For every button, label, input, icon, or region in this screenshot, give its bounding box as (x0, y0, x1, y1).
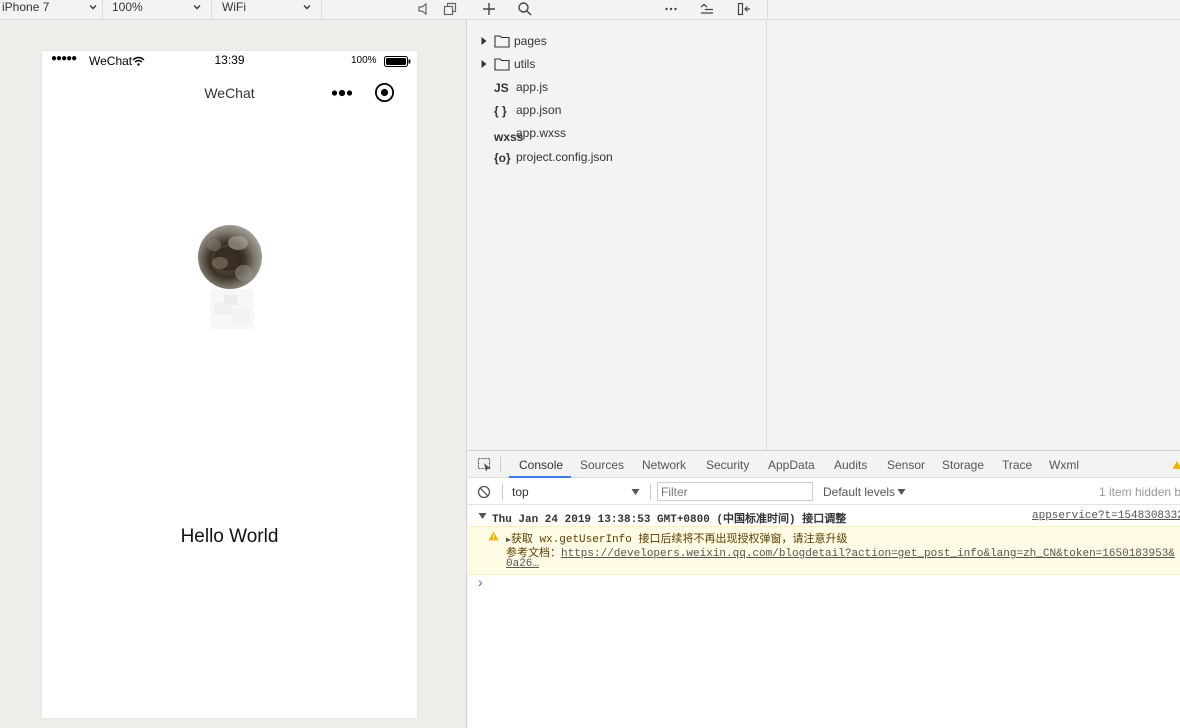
hello-world-text: Hello World (180, 526, 279, 547)
json-file-icon: { } (494, 104, 507, 118)
devtools-tabbar: Console Sources Network Security AppData… (468, 451, 1180, 478)
zoom-select-value: 100% (112, 0, 143, 14)
search-icon[interactable] (517, 1, 533, 17)
tab-security[interactable]: Security (706, 458, 749, 472)
console-source-link[interactable]: appservice?t=1548308332 (1032, 510, 1180, 522)
tree-item-label: app.js (516, 80, 549, 94)
tree-item-pages[interactable]: pages (468, 31, 767, 51)
folder-icon (494, 58, 510, 71)
caret-right-icon[interactable] (480, 36, 488, 46)
tree-item-app-wxss[interactable]: wxss app.wxss (468, 123, 767, 144)
toggle-sidebar-icon[interactable] (736, 1, 752, 17)
tree-item-label: pages (514, 34, 547, 48)
clear-console-icon[interactable] (477, 485, 491, 499)
tree-item-project-config[interactable]: {o} project.config.json (468, 147, 767, 167)
collapse-all-icon[interactable] (699, 1, 715, 17)
doc-line: 参考文档：https://developers.weixin.qq.com/bl… (506, 544, 1175, 560)
tab-sources[interactable]: Sources (580, 458, 624, 472)
editor-toolbar (468, 0, 1180, 20)
tree-item-utils[interactable]: utils (468, 54, 767, 74)
console-filterbar: top Default levels 1 item hidden b (468, 479, 1180, 505)
nickname-placeholder (210, 289, 254, 329)
more-icon[interactable] (663, 1, 679, 17)
doc-link-continued[interactable]: 0a26… (506, 558, 539, 570)
device-select-value: iPhone 7 (2, 0, 50, 14)
simulator-panel: iPhone 7 100% WiFi ●●●●● WeChat 13:39 10… (0, 0, 467, 728)
js-file-icon: JS (494, 81, 509, 95)
battery-percent: 100% (351, 55, 377, 66)
tab-console[interactable]: Console (519, 458, 563, 472)
folder-icon (494, 35, 510, 48)
doc-line-continued: 0a26… (506, 558, 539, 570)
add-file-icon[interactable] (481, 1, 497, 17)
tree-item-label: app.wxss (516, 126, 567, 140)
tab-divider (500, 457, 501, 472)
device-select[interactable]: iPhone 7 (2, 0, 98, 19)
file-tree: pages utils JS app.js { } app.json wxss … (468, 21, 767, 450)
context-select-value: top (512, 485, 529, 499)
tab-network[interactable]: Network (642, 458, 686, 472)
toolbar-divider (767, 0, 768, 20)
nav-title: WeChat (204, 85, 255, 101)
warning-icon (488, 531, 499, 541)
active-tab-indicator (509, 476, 571, 478)
network-select[interactable]: WiFi (222, 0, 312, 19)
tab-appdata[interactable]: AppData (768, 458, 815, 472)
tree-item-app-json[interactable]: { } app.json (468, 100, 767, 120)
tab-storage[interactable]: Storage (942, 458, 984, 472)
config-file-icon: {o} (494, 151, 511, 165)
detach-window-icon[interactable] (442, 1, 458, 17)
network-select-value: WiFi (222, 0, 246, 14)
context-select[interactable]: top (510, 482, 644, 502)
close-capsule-icon[interactable] (374, 82, 395, 103)
warning-icon[interactable] (1172, 460, 1180, 470)
toolbar-divider (211, 0, 212, 19)
console-log: Thu Jan 24 2019 13:38:53 GMT+0800 (中国标准时… (468, 506, 1180, 728)
avatar (198, 225, 262, 289)
nav-bar: WeChat (42, 71, 417, 115)
editor-area[interactable] (768, 21, 1180, 450)
log-levels-value: Default levels (823, 485, 896, 499)
avatar-image (207, 236, 253, 281)
battery-icon (384, 56, 411, 67)
toolbar-divider (102, 0, 103, 19)
toolbar-divider (321, 0, 322, 19)
status-bar: ●●●●● WeChat 13:39 100% (42, 51, 417, 71)
tree-item-app-js[interactable]: JS app.js (468, 77, 767, 97)
tab-audits[interactable]: Audits (834, 458, 867, 472)
doc-link[interactable]: https://developers.weixin.qq.com/blogdet… (561, 548, 1175, 560)
hidden-items-info[interactable]: 1 item hidden b (1099, 485, 1180, 499)
tab-wxml[interactable]: Wxml (1049, 458, 1079, 472)
tab-sensor[interactable]: Sensor (887, 458, 925, 472)
caret-down-icon (631, 489, 640, 495)
simulator-toolbar: iPhone 7 100% WiFi (0, 0, 467, 20)
tree-item-label: project.config.json (516, 150, 613, 164)
filter-divider (502, 484, 503, 500)
console-filter-input[interactable] (657, 482, 813, 501)
more-options-icon[interactable] (331, 86, 353, 100)
console-group-row[interactable]: Thu Jan 24 2019 13:38:53 GMT+0800 (中国标准时… (468, 508, 1180, 526)
volume-icon[interactable] (416, 1, 432, 17)
console-warning: ▶获取 wx.getUserInfo 接口后续将不再出现授权弹窗，请注意升级 参… (468, 526, 1180, 575)
tree-item-label: app.json (516, 103, 562, 117)
chevron-down-icon (303, 5, 311, 10)
console-prompt[interactable]: › (476, 576, 484, 592)
caret-down-icon[interactable] (478, 512, 487, 520)
chevron-down-icon (193, 5, 201, 10)
zoom-select[interactable]: 100% (112, 0, 202, 19)
log-levels-select[interactable]: Default levels (822, 482, 914, 502)
inspect-element-icon[interactable] (477, 457, 493, 472)
console-group-title: Thu Jan 24 2019 13:38:53 GMT+0800 (中国标准时… (492, 514, 847, 526)
filter-divider (650, 484, 651, 500)
tab-trace[interactable]: Trace (1002, 458, 1032, 472)
phone-screen: ●●●●● WeChat 13:39 100% WeChat Hello Wor… (42, 51, 417, 718)
tree-item-label: utils (514, 57, 536, 71)
devtools-panel: Console Sources Network Security AppData… (468, 450, 1180, 728)
caret-down-icon (897, 489, 906, 495)
chevron-down-icon (89, 5, 97, 10)
caret-right-icon[interactable] (480, 59, 488, 69)
